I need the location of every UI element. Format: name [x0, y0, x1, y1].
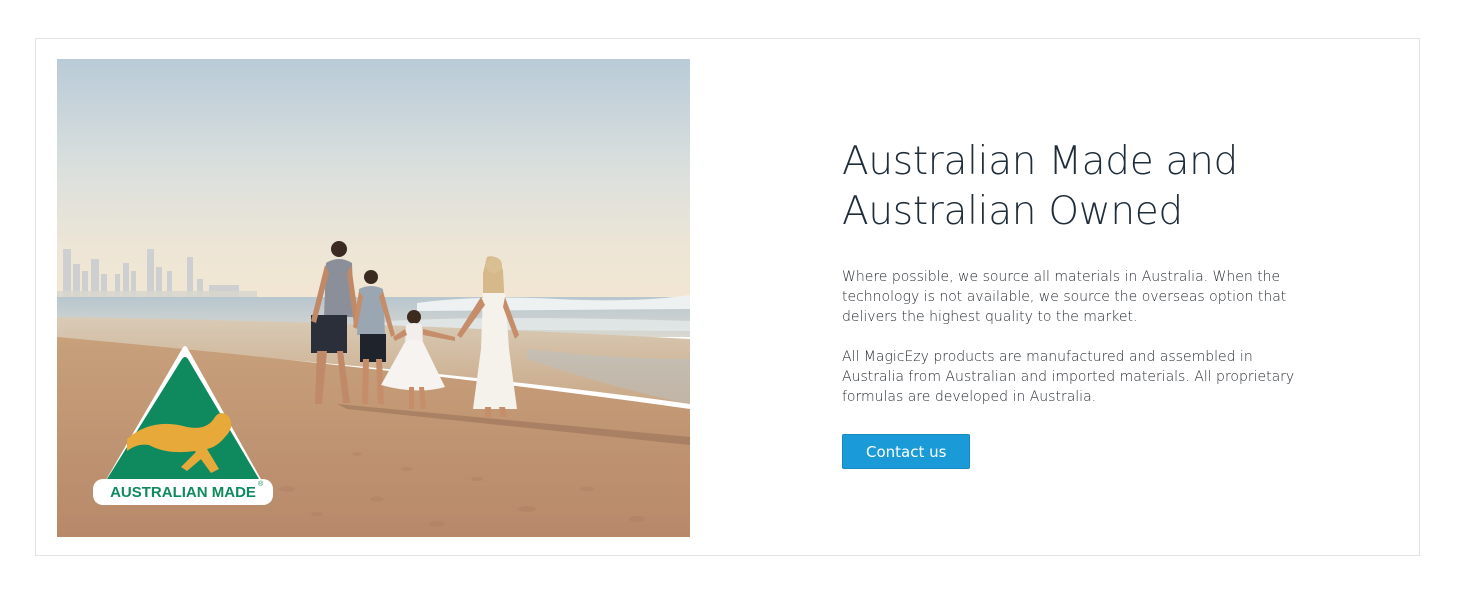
manufacturing-line-3: formulas are developed in Australia. [842, 389, 1097, 405]
manufacturing-line-1: All MagicEzy products are manufactured a… [842, 349, 1253, 365]
headline-line-1: Australian Made and [842, 139, 1238, 184]
manufacturing-line-2: Australia from Australian and imported m… [842, 369, 1295, 385]
headline-line-2: Australian Owned [842, 189, 1183, 234]
manufacturing-paragraph: All MagicEzy products are manufactured a… [842, 347, 1332, 407]
feature-text: Australian Made and Australian Owned Whe… [842, 137, 1332, 469]
sourcing-line-3: delivers the highest quality to the mark… [842, 309, 1138, 325]
contact-us-button[interactable]: Contact us [842, 434, 971, 469]
feature-card: AUSTRALIAN MADE ® Australian Made and Au… [35, 38, 1420, 556]
beach-family-photo: AUSTRALIAN MADE ® [57, 59, 690, 537]
sourcing-paragraph: Where possible, we source all materials … [842, 267, 1332, 327]
logo-registered-mark: ® [258, 480, 264, 488]
sourcing-line-2: technology is not available, we source t… [842, 289, 1287, 305]
sourcing-line-1: Where possible, we source all materials … [842, 269, 1281, 285]
feature-headline: Australian Made and Australian Owned [842, 137, 1332, 237]
logo-text: AUSTRALIAN MADE [110, 484, 256, 501]
